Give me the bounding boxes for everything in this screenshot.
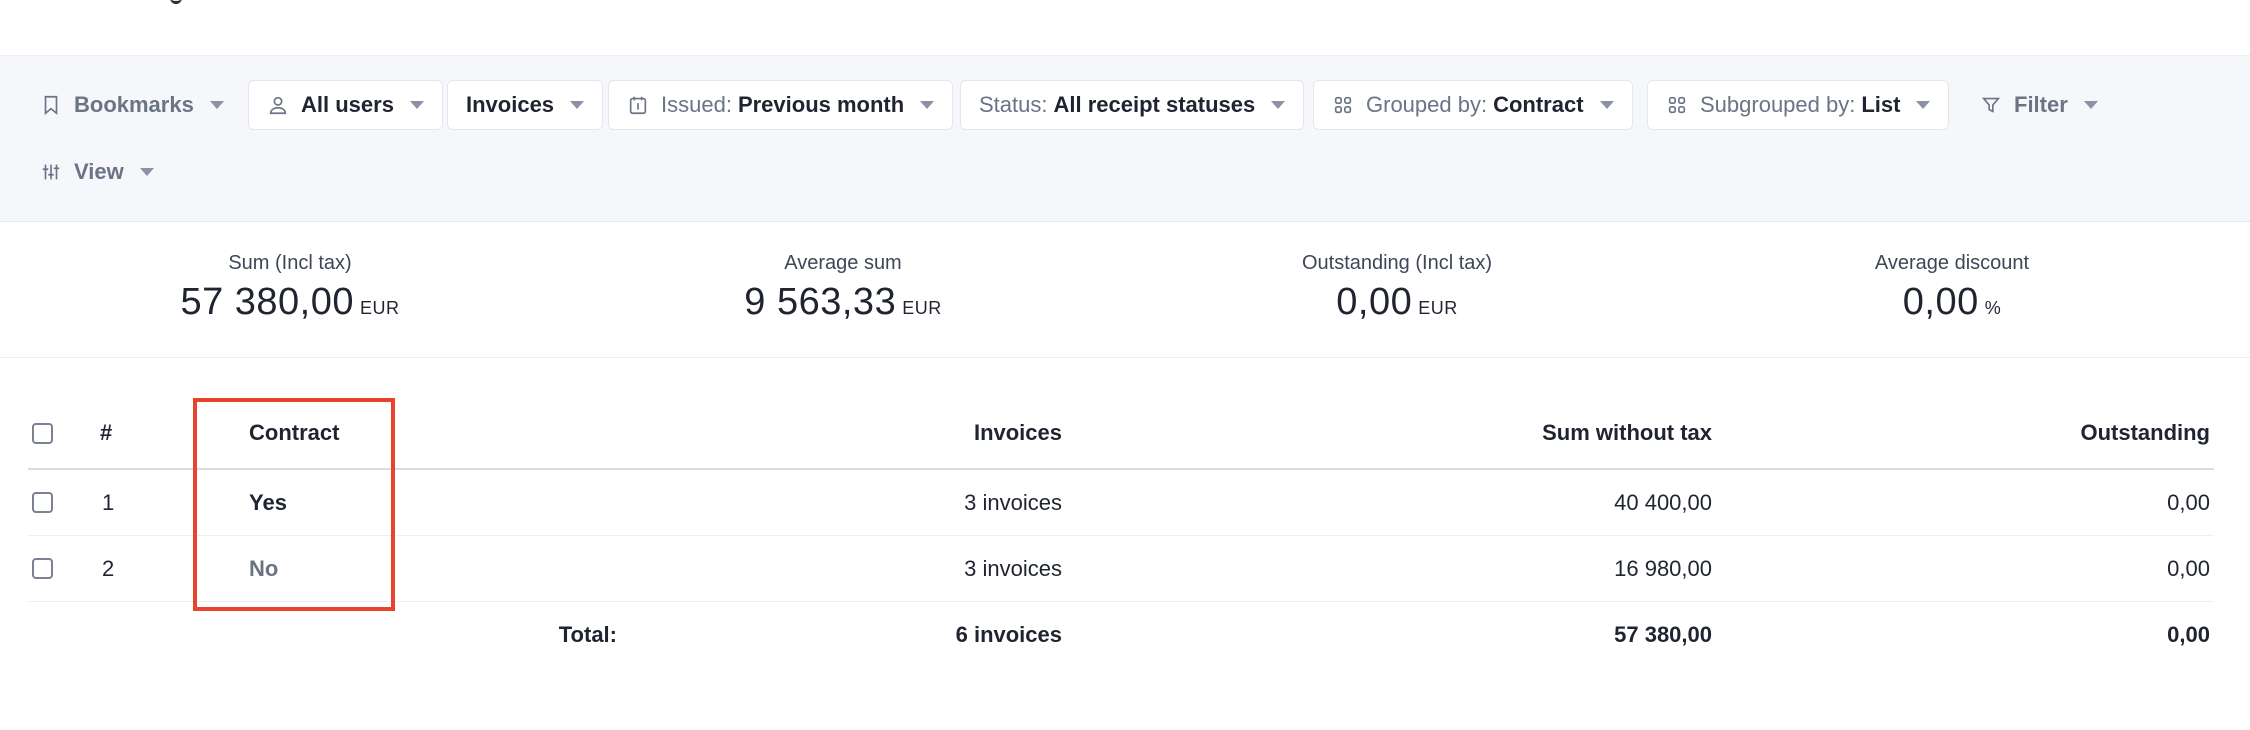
users-label: All users [301, 92, 394, 117]
bookmark-icon [40, 94, 62, 116]
caret-down-icon [139, 168, 154, 176]
grid-icon [1332, 94, 1354, 116]
bookmarks-label: Bookmarks [74, 92, 194, 117]
caret-down-icon [570, 101, 585, 109]
row-checkbox[interactable] [32, 492, 53, 513]
row-outstanding: 0,00 [2167, 489, 2210, 515]
filter-icon [1980, 94, 2002, 116]
cut-off-title-glyph [170, 0, 182, 4]
caret-down-icon [409, 101, 424, 109]
row-invoices: 3 invoices [964, 555, 1062, 581]
status-dropdown[interactable]: Status: All receipt statuses [960, 80, 1305, 130]
stat-value: 9 563,33 [744, 281, 897, 323]
stat-sum-incl-tax: Sum (Incl tax) 57 380,00 EUR [80, 252, 500, 324]
grouped-by-label: Grouped by: [1366, 92, 1488, 117]
caret-down-icon [1599, 101, 1614, 109]
view-dropdown[interactable]: View [22, 147, 172, 197]
header-outstanding[interactable]: Outstanding [1828, 398, 2210, 468]
caret-down-icon [209, 101, 224, 109]
total-invoices: 6 invoices [955, 622, 1062, 647]
select-all-checkbox[interactable] [32, 422, 53, 444]
filter-toolbar: Bookmarks All users Invoices Issued: Pre… [0, 56, 2250, 222]
grouped-by-dropdown[interactable]: Grouped by: Contract [1313, 80, 1633, 130]
status-value: All receipt statuses [1053, 92, 1256, 117]
stat-average-sum: Average sum 9 563,33 EUR [633, 252, 1053, 324]
stat-value: 0,00 [1336, 281, 1413, 323]
total-sum: 57 380,00 [1614, 622, 1712, 647]
subgrouped-by-dropdown[interactable]: Subgrouped by: List [1647, 80, 1950, 130]
stat-label: Average discount [1874, 252, 2030, 274]
total-label: Total: [558, 622, 617, 647]
row-invoices: 3 invoices [964, 489, 1062, 515]
subgrouped-by-label: Subgrouped by: [1700, 92, 1856, 117]
header-index: # [100, 420, 113, 445]
top-strip [0, 0, 2250, 56]
stat-average-discount: Average discount 0,00% [1742, 252, 2162, 324]
caret-down-icon [920, 101, 935, 109]
caret-down-icon [1271, 101, 1286, 109]
status-label: Status: [979, 92, 1048, 117]
stat-value: 0,00 [1902, 281, 1979, 323]
row-checkbox[interactable] [32, 558, 53, 579]
stat-unit: EUR [1418, 298, 1458, 318]
stat-unit: EUR [902, 298, 942, 318]
issued-label: Issued: [661, 92, 732, 117]
row-sum: 40 400,00 [1614, 489, 1712, 515]
header-invoices[interactable]: Invoices [778, 398, 1062, 468]
document-type-label: Invoices [466, 92, 555, 117]
row-sum: 16 980,00 [1614, 555, 1712, 581]
view-label: View [74, 159, 124, 184]
table-total-row: Total: 6 invoices 57 380,00 0,00 [28, 602, 2214, 668]
filter-dropdown[interactable]: Filter [1962, 80, 2116, 130]
caret-down-icon [1916, 101, 1931, 109]
row-index: 1 [102, 489, 115, 515]
stat-unit: % [1984, 298, 2002, 318]
users-dropdown[interactable]: All users [248, 80, 443, 130]
caret-down-icon [2083, 101, 2098, 109]
row-index: 2 [102, 555, 115, 581]
stat-label: Outstanding (Incl tax) [1301, 252, 1493, 274]
grouped-by-value: Contract [1493, 92, 1584, 117]
sliders-icon [40, 161, 62, 183]
stat-outstanding: Outstanding (Incl tax) 0,00 EUR [1187, 252, 1607, 324]
calendar-icon [627, 94, 649, 116]
contract-column-highlight [193, 398, 395, 611]
filter-label: Filter [2014, 92, 2068, 117]
stat-label: Average sum [784, 252, 902, 274]
stat-value: 57 380,00 [180, 281, 355, 323]
total-outstanding: 0,00 [2167, 622, 2210, 647]
user-icon [267, 94, 289, 116]
bookmarks-dropdown[interactable]: Bookmarks [22, 80, 242, 130]
header-sum-without-tax[interactable]: Sum without tax [1278, 398, 1712, 468]
document-type-dropdown[interactable]: Invoices [447, 80, 604, 130]
issued-value: Previous month [737, 92, 905, 117]
issued-date-dropdown[interactable]: Issued: Previous month [608, 80, 954, 130]
row-outstanding: 0,00 [2167, 555, 2210, 581]
subgrouped-by-value: List [1861, 92, 1901, 117]
grid-icon [1666, 94, 1688, 116]
summary-stats: Sum (Incl tax) 57 380,00 EUR Average sum … [0, 222, 2250, 358]
stat-label: Sum (Incl tax) [228, 252, 352, 274]
stat-unit: EUR [360, 298, 400, 318]
